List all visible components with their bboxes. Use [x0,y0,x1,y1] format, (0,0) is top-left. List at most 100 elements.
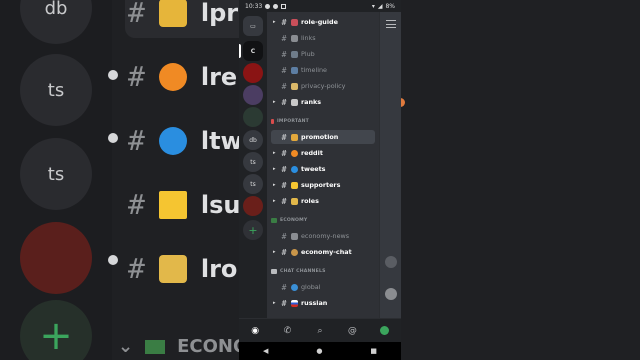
bg-row-text: lpr [200,0,239,27]
channel-name: reddit [301,149,323,157]
server-ts-2[interactable]: ts [243,174,263,194]
channel-name: links [301,34,316,42]
unread-arrow-icon: ▸ [273,182,276,188]
signal-icon: ◢ [377,2,383,10]
status-left: 10:33 [245,3,287,10]
bg-row-text: lre [200,62,238,91]
unread-arrow-icon: ▸ [273,249,276,255]
server-label: ts [250,180,256,188]
channel-name: privacy-policy [301,82,346,90]
channel-russian[interactable]: ▸ # russian [267,296,379,310]
newspaper-icon [291,232,298,240]
unread-arrow-icon: ▸ [273,150,276,156]
notification-icon [273,3,279,9]
recents-icon[interactable]: ■ [370,347,377,355]
friends-tab[interactable]: ✆ [281,324,295,338]
home-tab[interactable]: ◉ [248,324,262,338]
channel-privacy-policy[interactable]: # privacy-policy [267,79,379,93]
channel-global[interactable]: # global [267,280,379,294]
profile-tab[interactable] [378,324,392,338]
search-tab[interactable]: ⌕ [313,324,327,338]
channel-name: global [301,283,321,291]
direct-messages-button[interactable]: ▭ [243,16,263,36]
category-economy[interactable]: ECONOMY [271,218,307,223]
server-current[interactable]: C [243,41,263,61]
unread-arrow-icon: ▸ [273,19,276,25]
bg-chevron-icon: ⌄ [118,336,134,357]
hash-icon: # [281,17,287,27]
bg-row-text: lro [200,254,238,283]
hamburger-menu-icon[interactable] [386,20,396,28]
category-important[interactable]: IMPORTANT [271,119,309,124]
channel-timeline[interactable]: # timeline [267,63,379,77]
folder-icon [291,197,298,205]
bg-row: # lre [128,60,237,93]
star-icon [291,181,298,189]
channel-reddit[interactable]: ▸ # reddit [267,146,379,160]
hash-icon: # [281,247,287,257]
laptop-icon [291,50,298,58]
channel-name: roles [301,197,319,205]
server-ts[interactable]: ts [243,152,263,172]
hash-icon: # [281,282,287,292]
megaphone-icon [291,133,298,141]
channel-ranks[interactable]: ▸ # ranks [267,95,379,109]
channel-economy-news[interactable]: # economy-news [267,229,379,243]
server-red[interactable] [243,63,263,83]
channel-list[interactable]: ▸ # role-guide # links # Plub # timeline … [267,12,379,318]
server-label: db [249,136,257,144]
channel-economy-chat[interactable]: ▸ # economy-chat [267,245,379,259]
back-icon[interactable]: ◀ [263,347,268,355]
exclamation-icon [271,119,274,124]
hash-icon: # [281,33,287,43]
server-avatar[interactable] [243,196,263,216]
bg-server-label: ts [47,163,65,185]
notification-icon [265,3,271,9]
bg-row: # lsu [128,188,240,221]
bg-row: # lro [128,252,237,285]
hash-icon: # [281,298,287,308]
bg-emoji [158,62,187,91]
category-label: IMPORTANT [277,119,309,124]
chat-peek[interactable] [379,12,401,318]
server-plant[interactable] [243,107,263,127]
mentions-tab[interactable]: @ [345,324,359,338]
bg-server-label: db [44,0,68,19]
speech-bubble-icon [271,269,277,274]
server-db[interactable]: db [243,130,263,150]
battery-level: 8% [385,2,395,10]
channel-tweets[interactable]: ▸ # tweets [267,162,379,176]
home-icon[interactable]: ● [316,347,322,355]
channel-supporters[interactable]: ▸ # supporters [267,178,379,192]
channel-name: promotion [301,133,339,141]
channel-links[interactable]: # links [267,31,379,45]
money-icon [271,218,277,223]
channel-plub[interactable]: # Plub [267,47,379,61]
server-label: ts [250,158,256,166]
hash-icon: # [281,97,287,107]
search-icon: ⌕ [317,325,323,336]
chart-icon [291,98,298,106]
channel-name: economy-chat [301,248,352,256]
server-skull[interactable] [243,85,263,105]
plus-icon: + [248,223,258,237]
channel-name: role-guide [301,18,338,26]
channel-role-guide[interactable]: ▸ # role-guide [267,15,379,29]
category-chat-channels[interactable]: CHAT CHANNELS [271,269,326,274]
add-server-button[interactable]: + [243,220,263,240]
notification-icon [281,3,287,9]
status-right: ▾ ◢ 8% [372,3,395,10]
hash-icon: # [281,132,287,142]
channel-name: Plub [301,50,315,58]
channel-roles[interactable]: ▸ # roles [267,194,379,208]
category-label: CHAT CHANNELS [280,269,326,274]
unread-arrow-icon: ▸ [273,198,276,204]
bg-unread-dot [108,70,118,80]
bg-emoji [158,254,187,283]
hash-icon: # [281,148,287,158]
bg-unread-dot [108,255,118,265]
orange-circle-icon [291,149,298,157]
bg-category: ⌄ ECONO [118,336,248,357]
channel-promotion[interactable]: # promotion [271,130,375,144]
bg-unread-dot [108,133,118,143]
